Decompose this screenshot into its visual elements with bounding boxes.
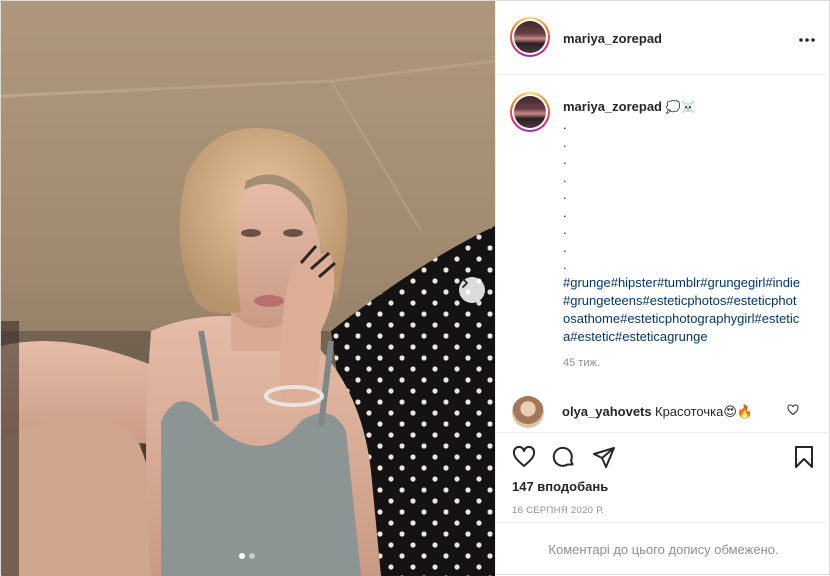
commenter-avatar[interactable] [512,396,544,428]
comments-restricted-text: Коментарі до цього допису обмежено. [548,542,779,557]
caption: mariya_zorepad 💭☠️ . . . . . . . . . #gr… [563,98,803,346]
comment-button[interactable] [552,445,576,472]
caption-author-avatar[interactable] [510,92,550,132]
save-button[interactable] [792,445,816,472]
post-actions: 147 вподобань 16 СЕРПНЯ 2020 Р. [496,432,830,522]
carousel-dot [249,553,255,559]
like-button[interactable] [512,445,536,472]
comments-restricted-notice: Коментарі до цього допису обмежено. [496,522,830,576]
caption-dots: . . . . . . . . . [563,117,567,272]
share-button[interactable] [592,445,616,472]
post-photo[interactable] [1,1,495,576]
post-header: mariya_zorepad [496,1,830,75]
caption-username[interactable]: mariya_zorepad [563,99,662,114]
caption-time[interactable]: 45 тиж. [563,357,600,369]
more-options-button[interactable] [799,29,815,47]
post-side-panel: mariya_zorepad mariya_zorepad 💭☠️ . . . … [495,1,830,576]
more-icon [799,38,815,42]
caption-hashtags[interactable]: #grunge#hipster#tumblr#grungegirl#indie#… [563,274,803,346]
caption-area: mariya_zorepad 💭☠️ . . . . . . . . . #gr… [496,76,830,432]
heart-icon [787,404,799,416]
commenter-username[interactable]: olya_yahovets [562,404,652,419]
heart-icon [512,445,536,467]
caption-emojis: 💭☠️ [665,100,696,114]
carousel-dot-active [239,553,245,559]
carousel-next-button[interactable] [459,277,485,303]
comment-icon [552,446,574,467]
comment-text: Красоточка😍🔥 [655,404,754,419]
bookmark-icon [795,446,813,468]
author-username[interactable]: mariya_zorepad [563,31,662,46]
share-icon [593,447,615,468]
author-avatar[interactable] [510,17,550,57]
post-modal: mariya_zorepad mariya_zorepad 💭☠️ . . . … [0,0,830,576]
comment-like-button[interactable] [787,404,799,419]
photo-illustration [1,1,495,576]
comment-item: olya_yahovets Красоточка😍🔥 [512,396,822,428]
post-date[interactable]: 16 СЕРПНЯ 2020 Р. [512,505,604,516]
chevron-right-icon [462,278,468,288]
likes-count[interactable]: 147 вподобань [512,479,608,494]
carousel-indicator [239,553,255,559]
